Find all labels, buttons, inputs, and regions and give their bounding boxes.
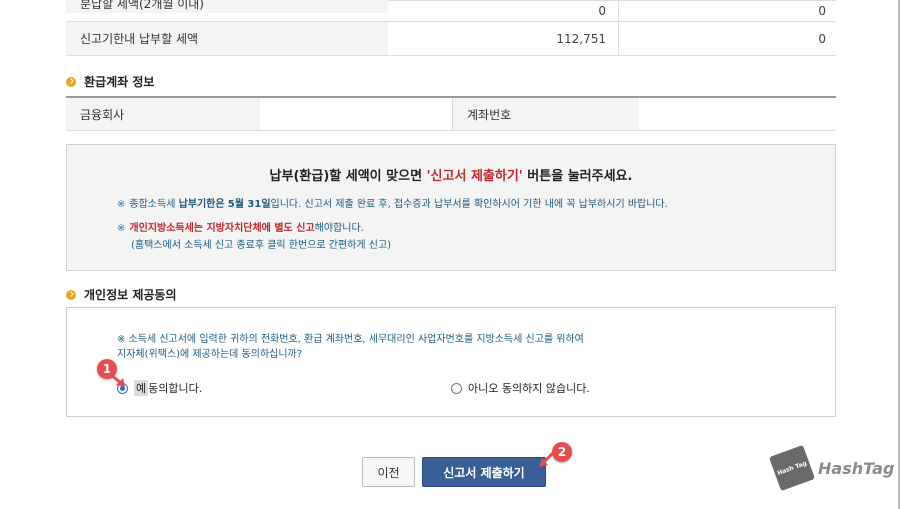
notice-title-suffix: 버튼을 눌러주세요. xyxy=(522,169,633,184)
table-row: 신고기한내 납부할 세액 112,751 0 xyxy=(66,21,836,56)
notice-title-highlight: '신고서 제출하기' xyxy=(426,169,523,184)
consent-text-line1: ※ 소득세 신고서에 입력한 귀하의 전화번호, 환급 계좌번호, 세무대리인 … xyxy=(117,334,584,345)
note-text-rest: 입니다. 신고서 제출 완료 후, 접수증과 납부서를 확인하시어 기한 내에 … xyxy=(270,199,668,210)
refund-account-table: 금융회사 계좌번호 xyxy=(66,96,836,131)
consent-no-option[interactable]: 아니오 동의하지 않습니다. xyxy=(451,380,590,396)
yes-label: 동의합니다. xyxy=(148,382,203,395)
watermark-text: HashTag xyxy=(818,458,895,478)
consent-text: ※ 소득세 신고서에 입력한 귀하의 전화번호, 환급 계좌번호, 세무대리인 … xyxy=(117,332,584,362)
bank-label: 금융회사 xyxy=(66,98,260,130)
note-star-icon: ※ xyxy=(117,223,126,234)
row-value-2: 0 xyxy=(618,21,836,56)
orange-bullet-icon xyxy=(66,76,76,87)
hashtag-watermark: Hash Tag HashTag xyxy=(768,444,895,492)
account-label: 계좌번호 xyxy=(453,98,639,130)
note-date: 5월 31일 xyxy=(227,199,271,210)
no-label: 아니오 동의하지 않습니다. xyxy=(468,382,590,395)
row-value: 112,751 xyxy=(388,21,619,56)
notice-line-deadline: ※ 종합소득세 납부기한은 5월 31일입니다. 신고서 제출 완료 후, 접수증… xyxy=(117,195,668,210)
refund-title-text: 환급계좌 정보 xyxy=(84,75,155,89)
note-star-icon: ※ xyxy=(117,199,126,210)
bank-field xyxy=(260,98,453,130)
consent-box: ※ 소득세 신고서에 입력한 귀하의 전화번호, 환급 계좌번호, 세무대리인 … xyxy=(66,307,836,417)
note-text: 종합소득세 xyxy=(129,199,179,210)
row-label: 분납할 세액(2개월 이내) xyxy=(66,0,388,14)
notice-line-hometax: (홈택스에서 소득세 신고 종료후 클릭 한번으로 간편하게 신고) xyxy=(131,240,392,251)
arrow-icon xyxy=(539,450,556,467)
consent-section-title: 개인정보 제공동의 xyxy=(66,286,177,303)
arrow-icon xyxy=(108,372,125,387)
note-text: 해야합니다. xyxy=(314,223,364,234)
submit-notice-box: 납부(환급)할 세액이 맞으면 '신고서 제출하기' 버튼을 눌러주세요. ※ 종… xyxy=(66,144,836,271)
notice-line-local-tax: ※ 개인지방소득세는 지방자치단체에 별도 신고해야합니다. xyxy=(117,219,364,234)
consent-title-text: 개인정보 제공동의 xyxy=(84,288,177,302)
submit-return-button[interactable]: 신고서 제출하기 xyxy=(422,457,546,487)
account-field xyxy=(639,98,836,130)
refund-section-title: 환급계좌 정보 xyxy=(66,73,154,90)
radio-no[interactable] xyxy=(451,382,462,394)
consent-text-line2: 지자체(위택스)에 제공하는데 동의하십니까? xyxy=(117,349,303,360)
note-red-text: 개인지방소득세는 지방자치단체에 별도 신고 xyxy=(129,223,315,234)
table-row: 분납할 세액(2개월 이내) 0 0 xyxy=(66,0,836,22)
orange-bullet-icon xyxy=(66,289,76,300)
prev-button[interactable]: 이전 xyxy=(362,457,415,487)
row-label: 신고기한내 납부할 세액 xyxy=(66,21,388,56)
yes-prefix: 예 xyxy=(134,380,149,396)
notice-title: 납부(환급)할 세액이 맞으면 '신고서 제출하기' 버튼을 눌러주세요. xyxy=(67,165,835,184)
notice-title-prefix: 납부(환급)할 세액이 맞으면 xyxy=(269,169,427,184)
row-value-2: 0 xyxy=(618,0,836,22)
note-bold: 납부기한은 xyxy=(178,199,225,210)
tag-logo-icon: Hash Tag xyxy=(768,444,816,492)
tax-summary-table: 분납할 세액(2개월 이내) 0 0 신고기한내 납부할 세액 112,751 … xyxy=(66,0,836,56)
row-value: 0 xyxy=(388,0,619,22)
